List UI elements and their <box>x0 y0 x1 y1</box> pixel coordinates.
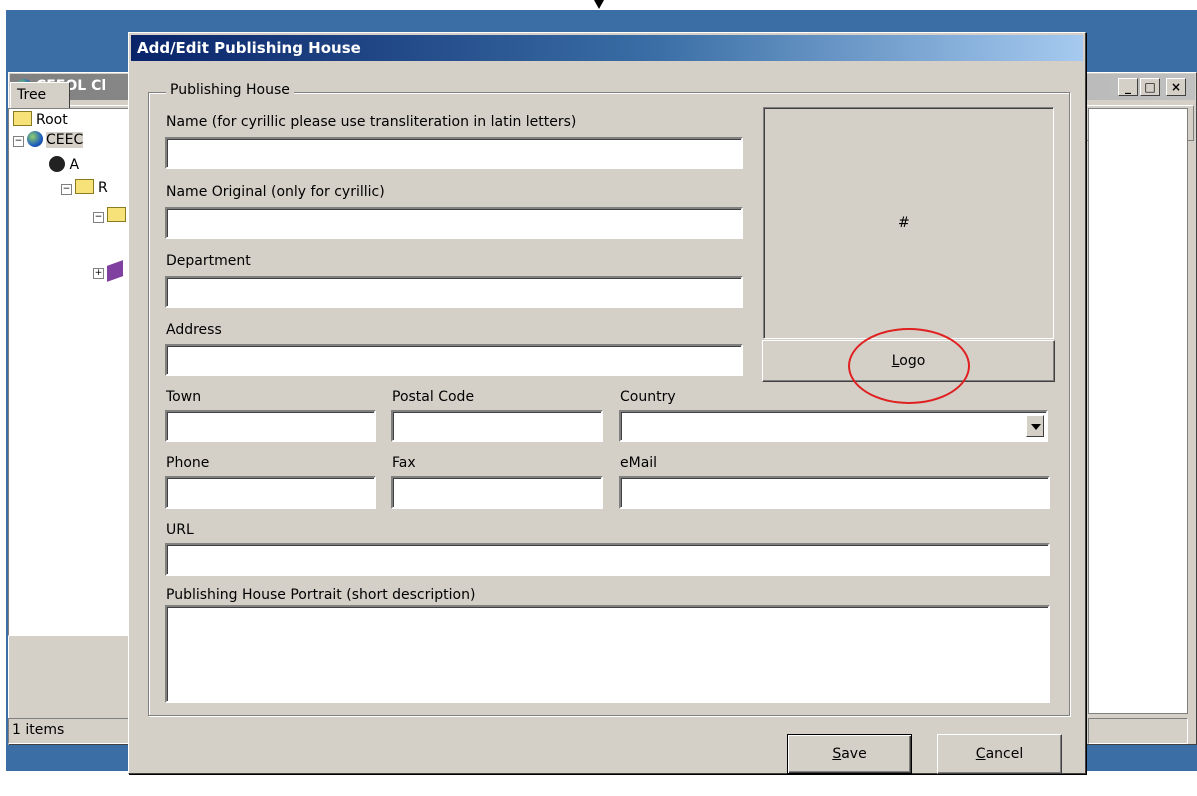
department-label: Department <box>166 253 251 269</box>
tree-item-agents[interactable]: A <box>49 156 79 173</box>
tree-item-root[interactable]: Root <box>13 111 68 128</box>
dialog-titlebar[interactable]: Add/Edit Publishing House <box>131 35 1083 61</box>
pointer-arrow-icon <box>594 0 604 9</box>
chevron-down-icon[interactable] <box>1026 415 1044 437</box>
groupbox-label: Publishing House <box>166 82 294 98</box>
cancel-button-label: ancel <box>985 746 1024 762</box>
collapse-icon[interactable]: − <box>13 136 24 147</box>
country-label: Country <box>620 389 676 405</box>
cancel-button[interactable]: Cancel <box>937 734 1062 774</box>
name-original-label: Name Original (only for cyrillic) <box>166 184 385 200</box>
url-label: URL <box>166 522 194 538</box>
highlight-circle <box>848 328 970 404</box>
tree-view[interactable]: Root − CEEC A − R − + <box>8 108 138 636</box>
cancel-button-accesskey: C <box>975 746 986 762</box>
tree-item-r[interactable]: − R <box>61 179 108 196</box>
tree-item-label: A <box>69 157 80 173</box>
tree-item-label: R <box>98 180 108 196</box>
name-input[interactable] <box>165 137 743 169</box>
globe-icon <box>27 131 43 147</box>
package-icon <box>107 260 123 282</box>
tab-tree[interactable]: Tree <box>10 82 70 110</box>
email-input[interactable] <box>619 476 1050 509</box>
save-button-label: ave <box>841 746 867 762</box>
town-label: Town <box>166 389 202 405</box>
fax-input[interactable] <box>391 476 603 509</box>
name-original-input[interactable] <box>165 207 743 239</box>
tree-item-label: CEEC <box>46 132 84 148</box>
save-button-accesskey: S <box>832 746 842 762</box>
tree-item-ceeol[interactable]: − CEEC <box>13 131 84 148</box>
address-input[interactable] <box>165 344 743 376</box>
postal-code-input[interactable] <box>391 410 603 442</box>
expand-icon[interactable]: + <box>93 268 104 279</box>
folder-icon <box>13 111 32 126</box>
fax-label: Fax <box>392 455 416 471</box>
person-icon <box>49 156 65 172</box>
department-input[interactable] <box>165 276 743 308</box>
status-bar: 1 items <box>8 718 148 744</box>
country-select[interactable] <box>619 410 1048 442</box>
collapse-icon[interactable]: − <box>93 212 104 223</box>
town-input[interactable] <box>165 410 376 442</box>
minimize-button[interactable]: _ <box>1118 78 1138 96</box>
save-button[interactable]: Save <box>787 734 912 774</box>
tree-item-package[interactable]: + <box>93 260 123 282</box>
postal-code-label: Postal Code <box>392 389 475 405</box>
tree-item-label: Root <box>36 112 68 128</box>
phone-label: Phone <box>166 455 210 471</box>
close-button[interactable]: × <box>1166 78 1186 96</box>
portrait-label: Publishing House Portrait (short descrip… <box>166 587 476 603</box>
phone-input[interactable] <box>165 476 376 509</box>
content-panel <box>1088 108 1188 714</box>
name-label: Name (for cyrillic please use transliter… <box>166 114 577 130</box>
email-label: eMail <box>620 455 658 471</box>
address-label: Address <box>166 322 222 338</box>
url-input[interactable] <box>165 543 1050 576</box>
tree-item-sub[interactable]: − <box>93 207 130 224</box>
folder-icon <box>75 179 94 194</box>
maximize-button[interactable]: □ <box>1140 78 1160 96</box>
dialog-title: Add/Edit Publishing House <box>137 39 361 57</box>
status-bar-panel <box>1088 718 1188 744</box>
portrait-textarea[interactable] <box>165 605 1050 703</box>
collapse-icon[interactable]: − <box>61 184 72 195</box>
folder-icon <box>107 207 126 222</box>
logo-placeholder: # <box>898 215 910 231</box>
